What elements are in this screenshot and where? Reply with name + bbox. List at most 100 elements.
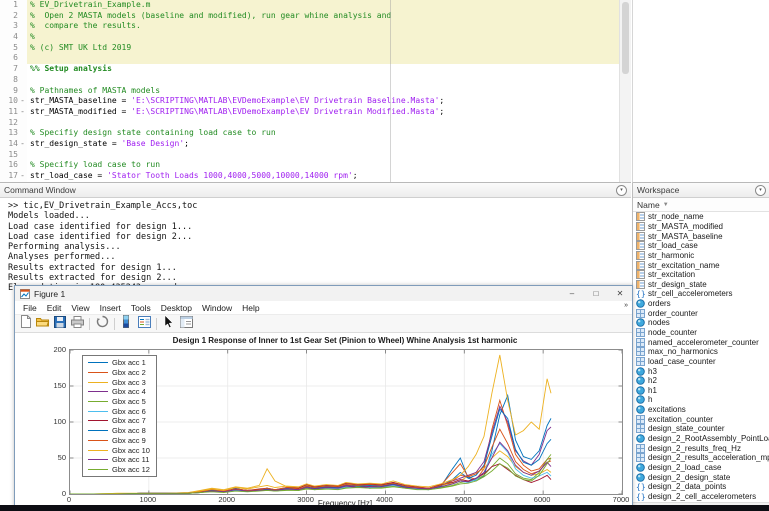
- menu-tools[interactable]: Tools: [131, 303, 151, 313]
- workspace-variable[interactable]: str_design_state: [633, 279, 769, 289]
- link-plot-button[interactable]: [95, 317, 109, 331]
- editor-lines: 1% EV_Drivetrain_Example.m2% Open 2 MAST…: [0, 0, 631, 182]
- workspace-variable[interactable]: design_2_design_state: [633, 472, 769, 482]
- insert-colorbar-button[interactable]: [120, 317, 134, 331]
- menu-desktop[interactable]: Desktop: [161, 303, 192, 313]
- insert-legend-button[interactable]: [137, 317, 151, 331]
- workspace-variable[interactable]: str_MASTA_modified: [633, 222, 769, 232]
- legend-entry: Gbx acc 5: [88, 397, 150, 407]
- workspace-variable[interactable]: {}design_2_data_points: [633, 482, 769, 492]
- variable-name: nodes: [648, 318, 670, 327]
- maximize-button[interactable]: □: [584, 286, 608, 301]
- workspace-variable[interactable]: excitation_counter: [633, 414, 769, 424]
- code-line[interactable]: 3% compare the results.: [0, 21, 631, 32]
- workspace-variable[interactable]: max_no_harmonics: [633, 347, 769, 357]
- workspace-variable[interactable]: load_case_counter: [633, 357, 769, 367]
- menu-file[interactable]: File: [23, 303, 37, 313]
- workspace-variable[interactable]: design_2_load_case: [633, 463, 769, 473]
- print-figure-button[interactable]: [70, 317, 84, 331]
- workspace-variable[interactable]: str_node_name: [633, 212, 769, 222]
- new-figure-button[interactable]: [19, 317, 33, 331]
- workspace-name-column-header[interactable]: Name ▼: [633, 198, 769, 212]
- menu-view[interactable]: View: [71, 303, 89, 313]
- legend-label: Gbx acc 3: [112, 378, 146, 387]
- figure-window[interactable]: Figure 1 –□✕ File Edit View Insert Tools Desk…: [14, 285, 633, 511]
- code-line[interactable]: 16% Specifiy load case to run: [0, 160, 631, 171]
- editor-pane[interactable]: 1% EV_Drivetrain_Example.m2% Open 2 MAST…: [0, 0, 631, 183]
- menu-insert[interactable]: Insert: [100, 303, 121, 313]
- panel-menu-icon[interactable]: ▾: [755, 185, 766, 196]
- code-segment: ;: [353, 171, 358, 180]
- object-variable-icon: [636, 463, 645, 472]
- legend-label: Gbx acc 6: [112, 407, 146, 416]
- editor-scrollbar[interactable]: [619, 0, 631, 182]
- workspace-variable[interactable]: order_counter: [633, 308, 769, 318]
- workspace-variable[interactable]: h: [633, 395, 769, 405]
- variable-name: design_2_design_state: [648, 473, 730, 482]
- executable-marker: [18, 150, 27, 161]
- property-inspector-button[interactable]: [179, 317, 193, 331]
- code-line[interactable]: 15: [0, 150, 631, 161]
- plot-axes[interactable]: Gbx acc 1Gbx acc 2Gbx acc 3Gbx acc 4Gbx …: [69, 349, 623, 495]
- code-line[interactable]: 11-str_MASTA_modified = 'E:\SCRIPTING\MA…: [0, 107, 631, 118]
- code-line[interactable]: 1% EV_Drivetrain_Example.m: [0, 0, 631, 11]
- console-line: Results extracted for design 1...: [8, 263, 631, 273]
- workspace-variable[interactable]: str_MASTA_baseline: [633, 231, 769, 241]
- workspace-variable[interactable]: str_excitation_name: [633, 260, 769, 270]
- code-line[interactable]: 14-str_design_state = 'Base Design';: [0, 139, 631, 150]
- workspace-variable[interactable]: node_counter: [633, 328, 769, 338]
- workspace-variable[interactable]: design_2_results_acceleration_mps2: [633, 453, 769, 463]
- workspace-variable[interactable]: h2: [633, 376, 769, 386]
- workspace-variable[interactable]: h3: [633, 366, 769, 376]
- object-variable-icon: [636, 376, 645, 385]
- code-line[interactable]: 4%: [0, 32, 631, 43]
- menu-edit[interactable]: Edit: [47, 303, 62, 313]
- workspace-variable[interactable]: {}design_2_cell_accelerometers: [633, 492, 769, 502]
- workspace-title: Workspace: [637, 185, 679, 195]
- link-plot-icon: [96, 315, 109, 333]
- executable-marker: [18, 0, 27, 11]
- workspace-panel[interactable]: Workspace ▾ Name ▼ str_node_namestr_MAST…: [632, 183, 769, 511]
- workspace-variable[interactable]: design_state_counter: [633, 424, 769, 434]
- figure-canvas: Design 1 Response of Inner to 1st Gear S…: [15, 333, 632, 511]
- code-line[interactable]: 7%% Setup analysis: [0, 64, 631, 75]
- menu-help[interactable]: Help: [242, 303, 259, 313]
- panel-menu-icon[interactable]: ▾: [616, 185, 627, 196]
- figure-titlebar[interactable]: Figure 1 –□✕: [15, 286, 632, 301]
- workspace-variable[interactable]: design_2_results_freq_Hz: [633, 443, 769, 453]
- code-line[interactable]: 17-str_load_case = 'Stator Tooth Loads 1…: [0, 171, 631, 182]
- code-line[interactable]: 5% (c) SMT UK Ltd 2019: [0, 43, 631, 54]
- workspace-variable[interactable]: nodes: [633, 318, 769, 328]
- workspace-variable[interactable]: str_excitation: [633, 270, 769, 280]
- menu-overflow-icon[interactable]: »: [624, 302, 628, 309]
- code-line[interactable]: 10-str_MASTA_baseline = 'E:\SCRIPTING\MA…: [0, 96, 631, 107]
- workspace-variable[interactable]: orders: [633, 299, 769, 309]
- code-line[interactable]: 2% Open 2 MASTA models (baseline and mod…: [0, 11, 631, 22]
- legend-label: Gbx acc 11: [112, 455, 149, 464]
- minimize-button[interactable]: –: [560, 286, 584, 301]
- save-figure-button[interactable]: [53, 317, 67, 331]
- edit-plot-button[interactable]: [162, 317, 176, 331]
- editor-scrollbar-thumb[interactable]: [622, 2, 629, 74]
- menu-window[interactable]: Window: [202, 303, 232, 313]
- workspace-variable[interactable]: excitations: [633, 405, 769, 415]
- open-file-button[interactable]: [36, 317, 50, 331]
- code-line[interactable]: 6: [0, 53, 631, 64]
- code-line[interactable]: 8: [0, 75, 631, 86]
- plot-legend[interactable]: Gbx acc 1Gbx acc 2Gbx acc 3Gbx acc 4Gbx …: [82, 355, 157, 477]
- svg-text:{}: {}: [636, 290, 645, 299]
- legend-label: Gbx acc 8: [112, 426, 146, 435]
- workspace-variable[interactable]: str_harmonic: [633, 251, 769, 261]
- code-line[interactable]: 9% Pathnames of MASTA models: [0, 86, 631, 97]
- close-button[interactable]: ✕: [608, 286, 632, 301]
- code-line[interactable]: 12: [0, 118, 631, 129]
- command-window-title: Command Window: [4, 185, 76, 195]
- workspace-variable[interactable]: design_2_RootAssembly_PointLoads: [633, 434, 769, 444]
- workspace-variable[interactable]: h1: [633, 386, 769, 396]
- code-line[interactable]: 13% Specifiy design state containing loa…: [0, 128, 631, 139]
- workspace-variable[interactable]: {}str_cell_accelerometers: [633, 289, 769, 299]
- console-line: Load case identified for design 1...: [8, 222, 631, 232]
- workspace-variable[interactable]: named_accelerometer_counter: [633, 337, 769, 347]
- command-window-output[interactable]: >> tic,EV_Drivetrain_Example_Accs,tocMod…: [0, 198, 631, 294]
- workspace-variable[interactable]: str_load_case: [633, 241, 769, 251]
